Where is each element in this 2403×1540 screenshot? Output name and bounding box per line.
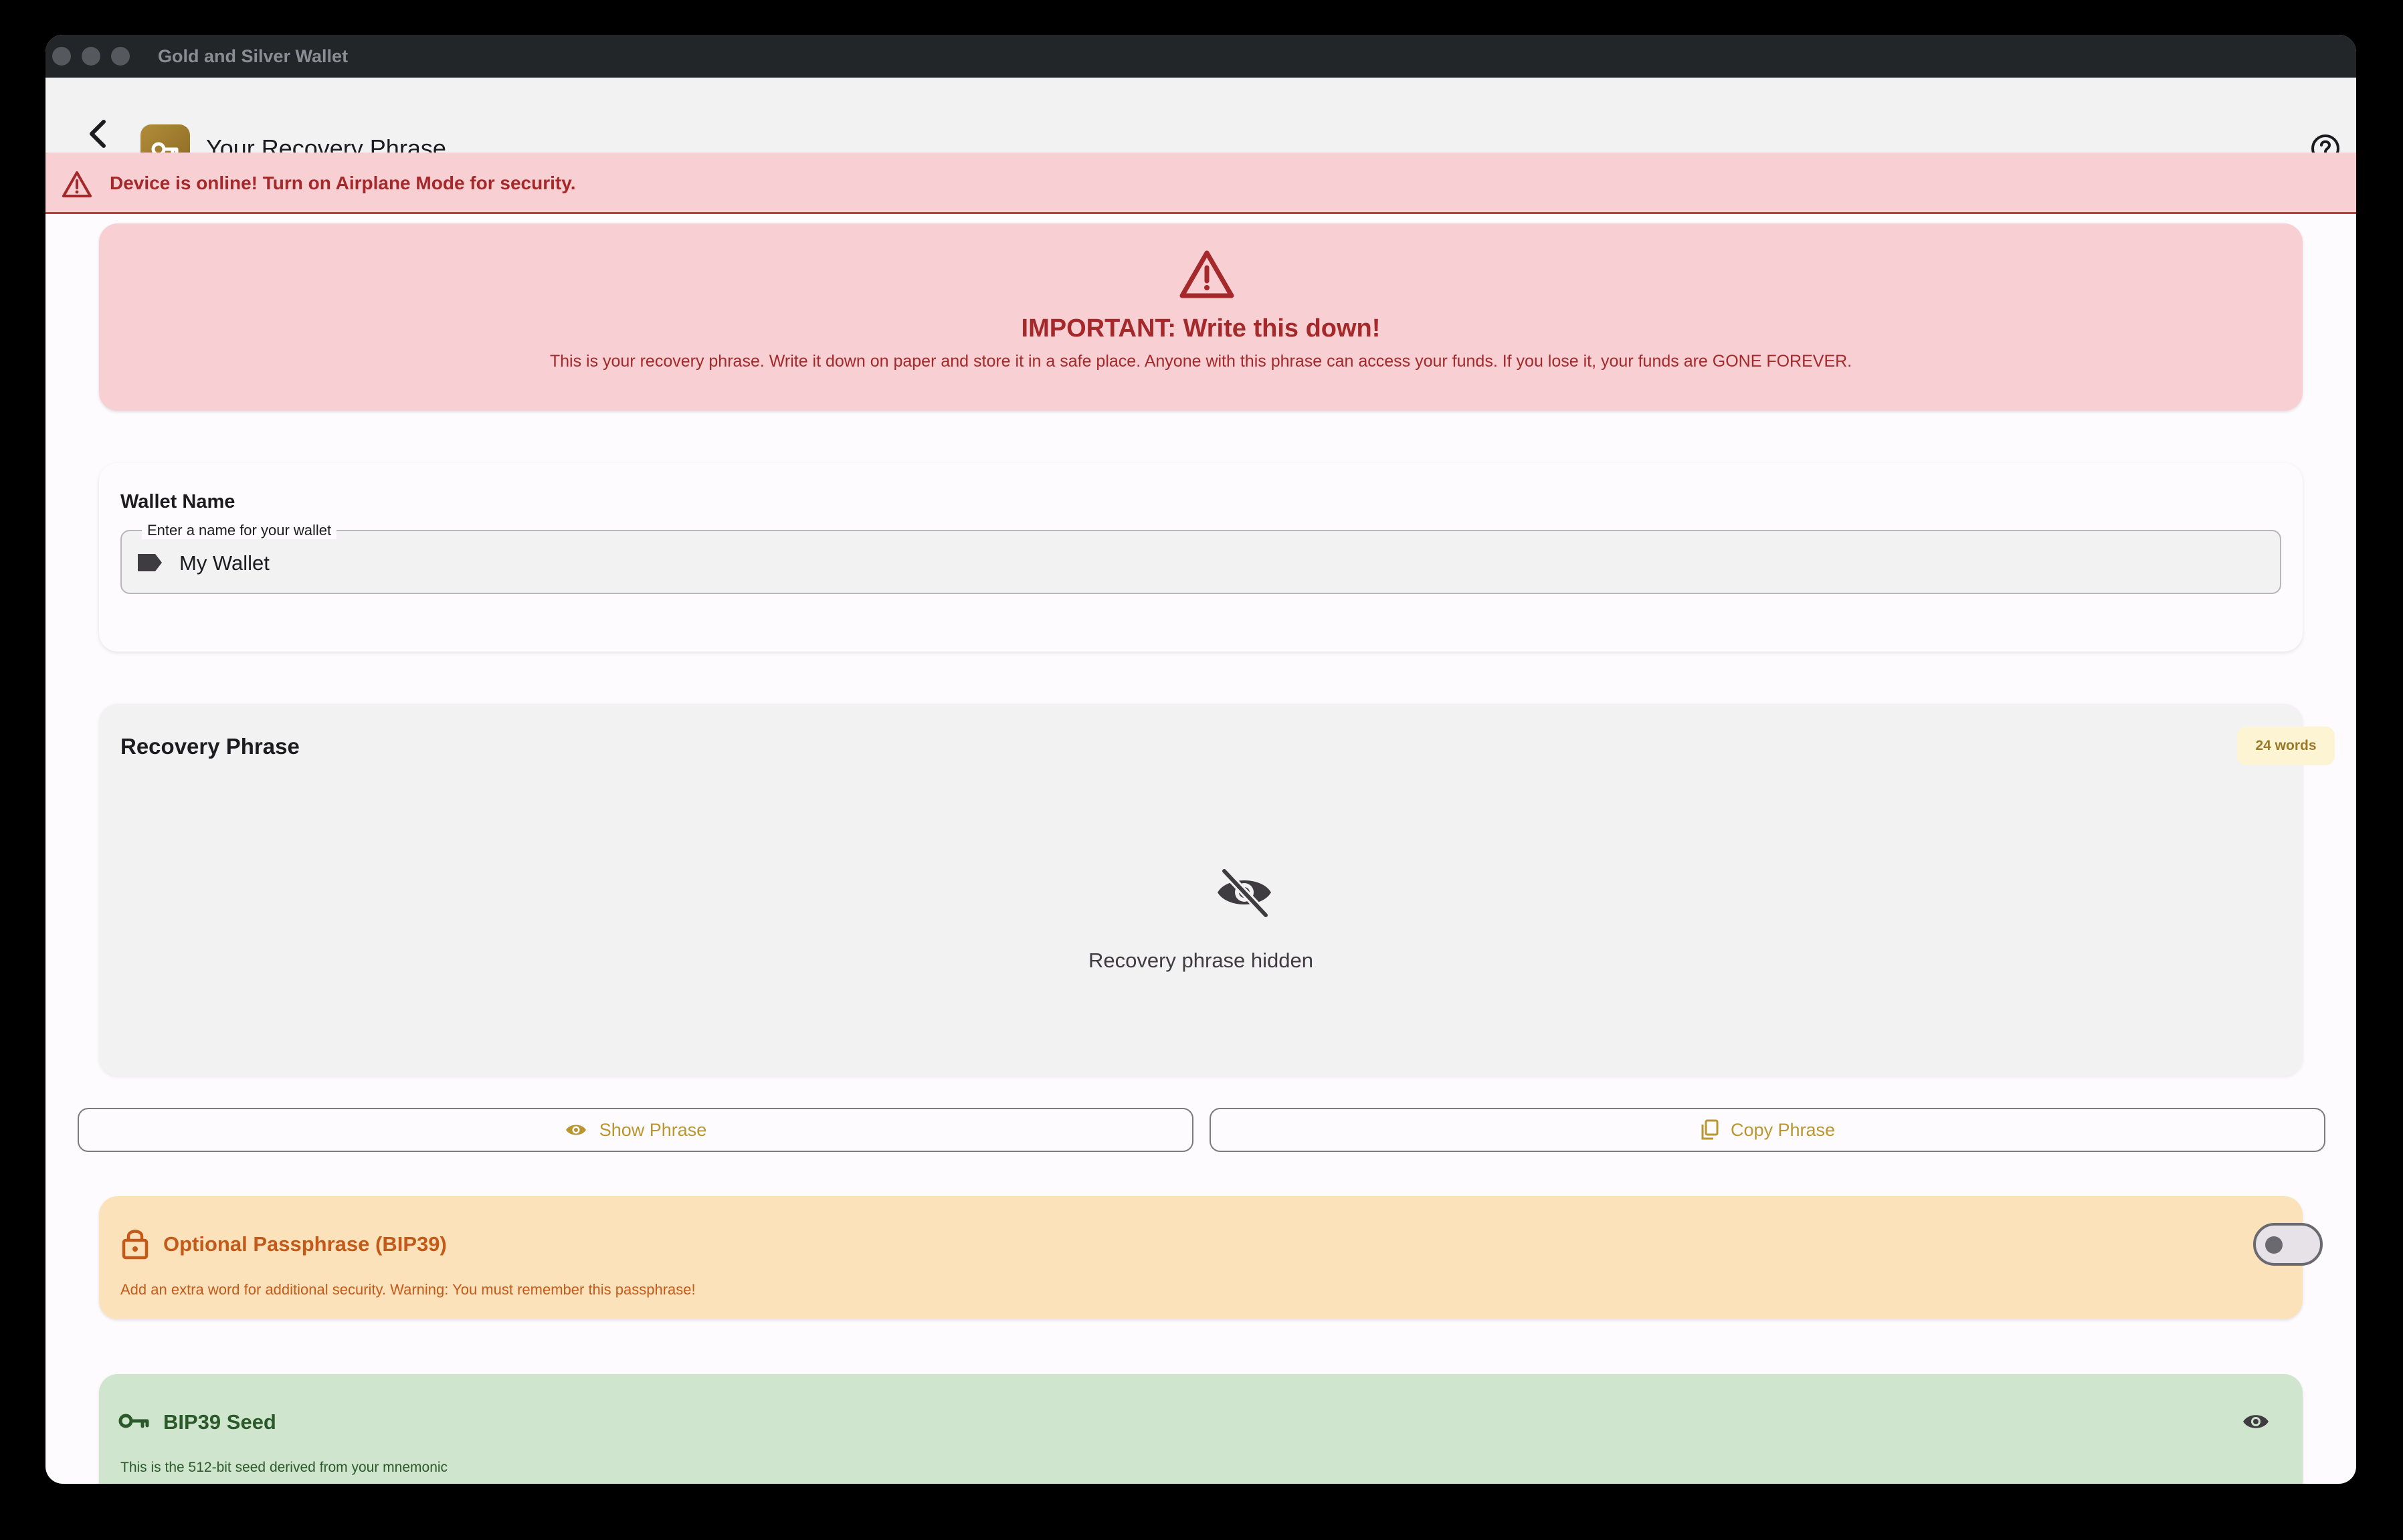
word-count-badge: 24 words xyxy=(2237,727,2335,765)
bip39-seed-card: BIP39 Seed This is the 512-bit seed deri… xyxy=(99,1374,2303,1484)
passphrase-card: Optional Passphrase (BIP39) Add an extra… xyxy=(99,1196,2323,1319)
seed-description: This is the 512-bit seed derived from yo… xyxy=(120,1460,448,1475)
window-titlebar: Gold and Silver Wallet xyxy=(45,35,2356,78)
warning-body: This is your recovery phrase. Write it d… xyxy=(549,352,1852,371)
app-window: Gold and Silver Wallet Your Recovery Phr… xyxy=(45,35,2356,1484)
wallet-name-card: Wallet Name Enter a name for your wallet xyxy=(99,463,2303,652)
show-phrase-label: Show Phrase xyxy=(599,1119,707,1140)
passphrase-description: Add an extra word for additional securit… xyxy=(120,1281,696,1298)
copy-phrase-button[interactable]: Copy Phrase xyxy=(1210,1108,2325,1152)
lock-icon xyxy=(122,1230,149,1260)
show-phrase-button[interactable]: Show Phrase xyxy=(78,1108,1193,1152)
important-warning-card: IMPORTANT: Write this down! This is your… xyxy=(99,223,2303,411)
recovery-phrase-card: Recovery Phrase 24 words Recovery phrase… xyxy=(99,704,2335,1076)
label-tag-icon xyxy=(138,554,162,571)
passphrase-toggle[interactable] xyxy=(2253,1223,2323,1266)
toggle-knob xyxy=(2265,1236,2283,1254)
warning-triangle-icon xyxy=(1179,250,1234,298)
wallet-name-field[interactable]: Enter a name for your wallet xyxy=(120,522,2281,594)
phrase-hidden-text: Recovery phrase hidden xyxy=(1088,949,1314,972)
key-icon xyxy=(118,1414,149,1428)
seed-visibility-button[interactable] xyxy=(2241,1410,2271,1433)
warning-triangle-icon xyxy=(62,171,92,197)
minimize-window-button[interactable] xyxy=(82,47,100,66)
passphrase-title: Optional Passphrase (BIP39) xyxy=(163,1232,447,1256)
copy-icon xyxy=(1701,1119,1719,1140)
wallet-name-label: Wallet Name xyxy=(120,491,235,512)
eye-off-icon xyxy=(1218,867,1271,919)
window-title: Gold and Silver Wallet xyxy=(158,46,349,66)
wallet-name-input[interactable] xyxy=(179,550,848,577)
maximize-window-button[interactable] xyxy=(111,47,130,66)
recovery-phrase-title: Recovery Phrase xyxy=(120,734,300,759)
copy-phrase-label: Copy Phrase xyxy=(1730,1119,1836,1140)
eye-icon xyxy=(2243,1415,2269,1428)
seed-title: BIP39 Seed xyxy=(163,1410,276,1434)
wallet-name-field-label: Enter a name for your wallet xyxy=(142,522,337,539)
offline-warning-banner: Device is online! Turn on Airplane Mode … xyxy=(45,153,2356,214)
eye-icon xyxy=(565,1125,586,1135)
close-window-button[interactable] xyxy=(52,47,71,66)
banner-text: Device is online! Turn on Airplane Mode … xyxy=(110,173,576,193)
warning-title: IMPORTANT: Write this down! xyxy=(1021,314,1381,343)
